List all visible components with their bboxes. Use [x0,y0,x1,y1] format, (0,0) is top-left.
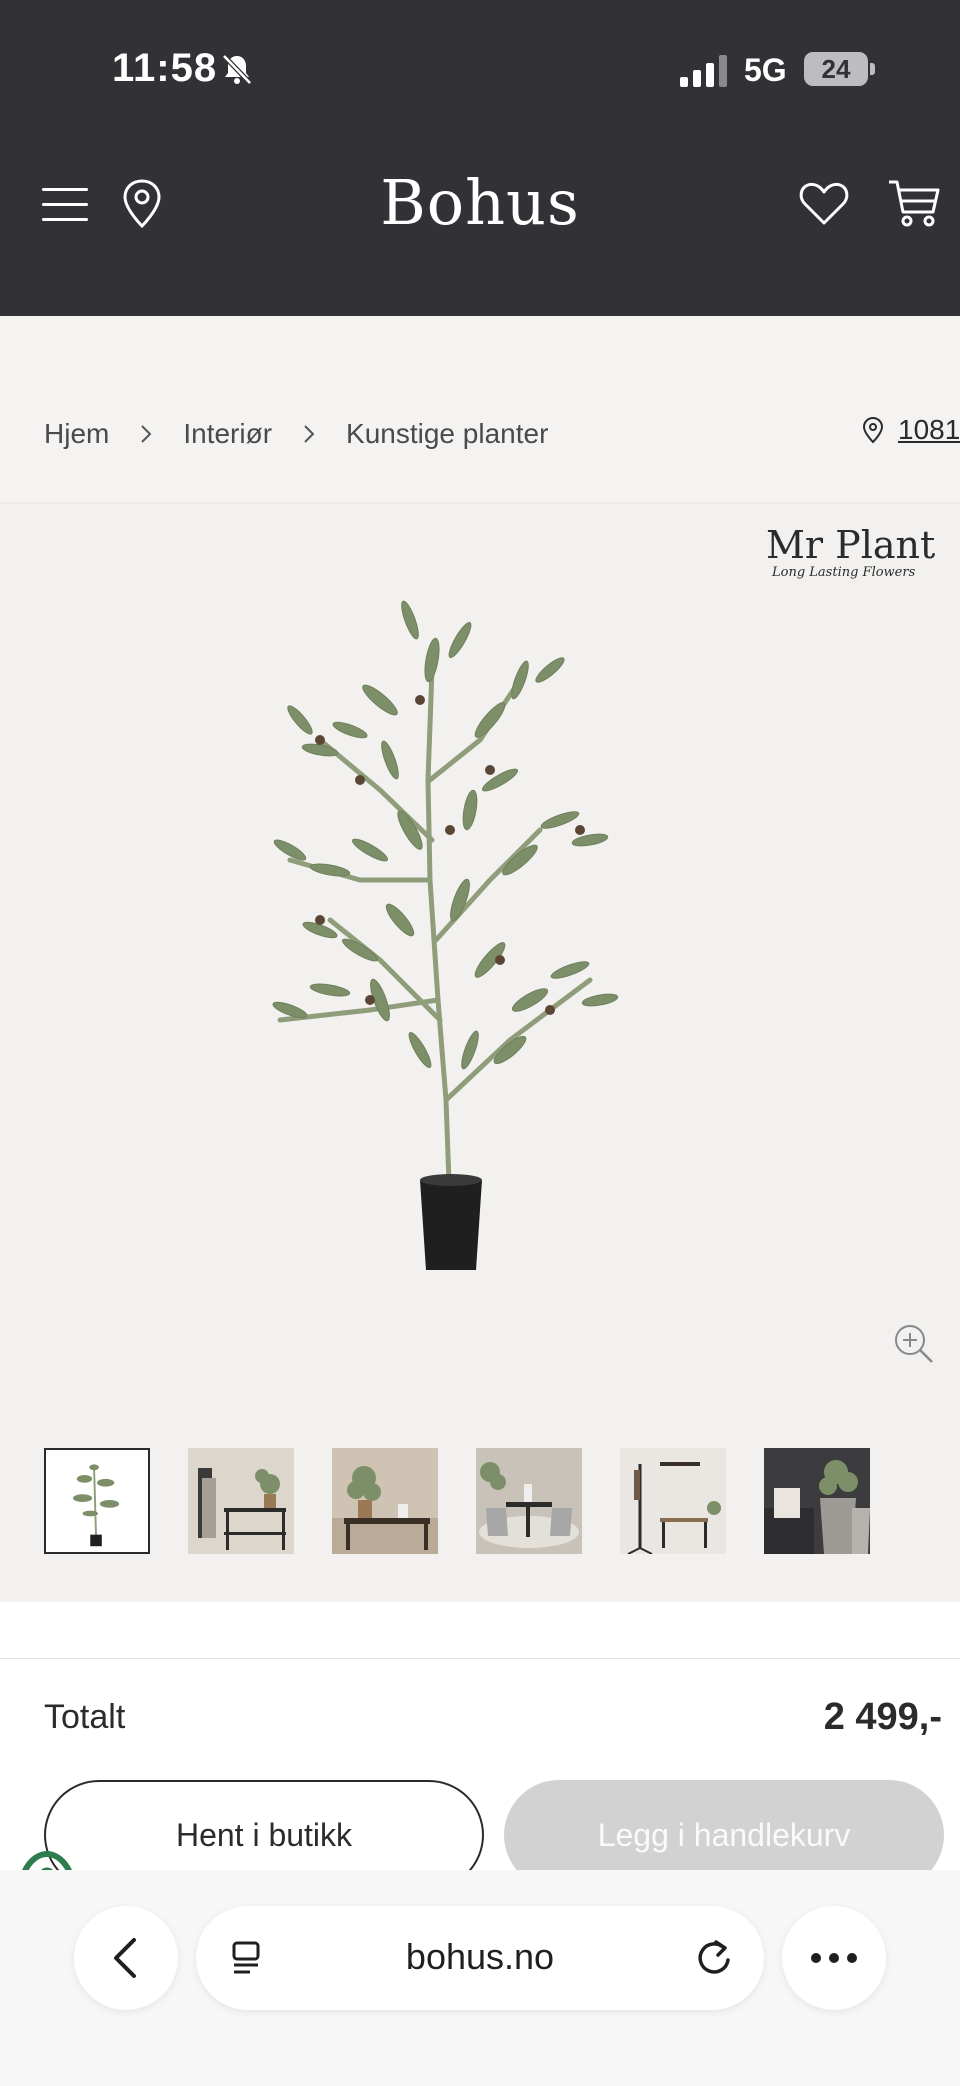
chevron-left-icon [114,1938,136,1978]
chevron-right-icon [141,425,152,443]
reload-icon[interactable] [694,1936,734,1978]
breadcrumb-artificial-plants[interactable]: Kunstige planter [346,418,548,450]
thumbnail-4[interactable] [476,1448,582,1554]
thumbnail-5[interactable] [620,1448,726,1554]
browser-back-button[interactable] [74,1906,178,2010]
silent-bell-icon [222,54,252,85]
thumbnail-gallery [44,1448,870,1554]
mr-plant-brand-logo: Mr Plant Long Lasting Flowers [766,523,935,580]
store-number: 1081 [898,414,960,445]
thumbnail-6[interactable] [764,1448,870,1554]
breadcrumb-interior[interactable]: Interiør [183,418,272,450]
thumbnail-3[interactable] [332,1448,438,1554]
status-bar: 11:58 5G 24 [0,0,960,140]
network-type: 5G [744,52,787,88]
breadcrumb: Hjem Interiør Kunstige planter [44,414,548,454]
battery-icon: 24 [804,52,875,86]
olive-tree-plant-image [272,600,619,1270]
location-pin-icon [862,416,884,444]
selected-store[interactable]: 1081 [862,414,960,446]
url-text: bohus.no [405,1936,555,1977]
total-price: 2 499,- [823,1696,942,1738]
chevron-right-icon [304,425,315,443]
browser-toolbar: bohus.no [0,1870,960,2086]
zoom-in-icon[interactable] [892,1322,936,1366]
more-options-button[interactable] [782,1906,886,2010]
top-header: 11:58 5G 24 Bohus [0,0,960,316]
status-time: 11:58 [112,46,218,90]
wishlist-heart-icon[interactable] [798,178,850,228]
total-label: Totalt [44,1698,126,1736]
ellipsis-icon [811,1953,857,1963]
product-image[interactable]: Mr Plant Long Lasting Flowers [0,504,960,1604]
signal-icon [680,55,727,87]
product-content: Hjem Interiør Kunstige planter 1081 Mr P… [0,316,960,1604]
thumbnail-2[interactable] [188,1448,294,1554]
sheet-divider [0,1658,960,1659]
address-bar[interactable]: bohus.no [196,1906,764,2010]
brand-logo-name: Mr Plant [766,523,935,567]
thumbnail-1[interactable] [44,1448,150,1554]
breadcrumb-home[interactable]: Hjem [44,418,109,450]
brand-logo-tagline: Long Lasting Flowers [771,565,916,580]
cart-icon[interactable] [886,176,942,230]
